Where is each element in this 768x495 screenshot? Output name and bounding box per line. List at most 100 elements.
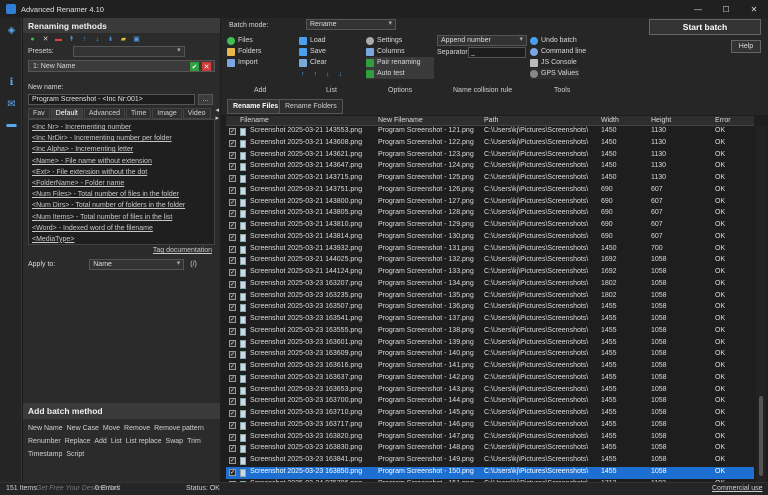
layers-icon[interactable]: ◈ — [5, 24, 18, 37]
row-checkbox[interactable]: ✓ — [229, 175, 236, 182]
row-checkbox[interactable]: ✓ — [229, 457, 236, 464]
table-row[interactable]: ✓ Screenshot 2025-03-21 143647.png Program… — [226, 161, 754, 173]
table-row[interactable]: ✓ Screenshot 2025-03-21 143715.png Program… — [226, 173, 754, 185]
row-checkbox[interactable]: ✓ — [229, 292, 236, 300]
row-checkbox[interactable]: ✓ — [229, 386, 236, 394]
table-row[interactable]: ✓ Screenshot 2025-03-23 163830.png Program… — [226, 443, 754, 455]
separator-input[interactable]: _ — [468, 47, 526, 58]
column-header-path[interactable]: Path — [484, 117, 498, 124]
save-icon[interactable]: ▣ — [132, 35, 141, 44]
table-row[interactable]: ✓ Screenshot 2025-03-23 163710.png Program… — [226, 408, 754, 420]
auto-test-toggle[interactable]: Auto test — [366, 68, 434, 79]
row-checkbox[interactable]: ✓ — [229, 233, 236, 241]
row-checkbox[interactable]: ✓ — [229, 210, 236, 218]
move-bottom-icon[interactable]: ↡ — [106, 35, 115, 44]
tag-documentation-link[interactable]: Tag documentation — [23, 245, 220, 256]
row-checkbox[interactable]: ✓ — [229, 257, 236, 265]
column-header-new-filename[interactable]: New Filename — [378, 117, 423, 124]
row-checkbox[interactable]: ✓ — [229, 374, 236, 382]
add-method-icon[interactable]: ● — [28, 35, 37, 44]
tag-tab-video[interactable]: Video — [182, 108, 211, 119]
move-top-icon[interactable]: ↟ — [67, 35, 76, 44]
table-row[interactable]: ✓ Screenshot 2025-03-21 143805.png Program… — [226, 208, 754, 220]
tag-tab-image[interactable]: Image — [152, 108, 182, 119]
tag-link[interactable]: <Inc Alpha> - Incrementing letter — [32, 144, 211, 155]
add-folders-button[interactable]: Folders — [227, 46, 261, 57]
apply-to-dropdown[interactable]: Name — [89, 258, 185, 270]
command-line-button[interactable]: Command line — [530, 46, 586, 57]
settings-button[interactable]: Settings — [366, 35, 402, 46]
columns-button[interactable]: Columns — [366, 46, 405, 57]
batch-method-link[interactable]: Add — [94, 435, 106, 448]
batch-method-link[interactable]: Renumber — [28, 435, 61, 448]
table-row[interactable]: ✓ Screenshot 2025-03-21 143932.png Program… — [226, 244, 754, 256]
tag-tab-time[interactable]: Time — [126, 108, 152, 119]
row-checkbox[interactable]: ✓ — [229, 186, 236, 194]
table-row[interactable]: ✓ Screenshot 2025-03-23 163609.png Program… — [226, 349, 754, 361]
row-checkbox[interactable]: ✓ — [229, 316, 236, 323]
batch-method-link[interactable]: New Name — [28, 422, 63, 435]
batch-method-link[interactable]: Remove — [124, 422, 150, 435]
batch-method-link[interactable]: Swap — [166, 435, 184, 448]
table-row[interactable]: ✓ Screenshot 2025-03-21 143553.png Program… — [226, 126, 754, 138]
row-checkbox[interactable]: ✓ — [229, 421, 236, 429]
row-checkbox[interactable]: ✓ — [229, 351, 236, 359]
close-button[interactable]: ✕ — [740, 0, 768, 18]
row-checkbox[interactable]: ✓ — [229, 445, 236, 453]
tag-tab-default[interactable]: Default — [50, 108, 83, 119]
remove-method-icon[interactable]: ✕ — [41, 35, 50, 44]
list-move-arrows[interactable]: ↑↑↓↓ — [301, 69, 351, 80]
save-button[interactable]: Save — [299, 46, 326, 57]
table-row[interactable]: ✓ Screenshot 2025-03-21 143608.png Program… — [226, 138, 754, 150]
row-checkbox[interactable]: ✓ — [229, 433, 236, 441]
row-checkbox[interactable]: ✓ — [229, 327, 236, 335]
add-files-button[interactable]: Files — [227, 35, 253, 46]
table-row[interactable]: ✓ Screenshot 2025-03-23 163541.png Program… — [226, 314, 754, 326]
table-row[interactable]: ✓ Screenshot 2025-03-23 163207.png Program… — [226, 279, 754, 291]
batch-method-link[interactable]: Move — [103, 422, 120, 435]
table-row[interactable]: ✓ Screenshot 2025-03-23 163601.png Program… — [226, 338, 754, 350]
browse-button[interactable]: ... — [198, 94, 213, 105]
tag-link[interactable]: <MediaType> — [32, 234, 211, 244]
table-row[interactable]: ✓ Screenshot 2025-03-23 163850.png Program… — [226, 466, 754, 479]
tab-rename-folders[interactable]: Rename Folders — [279, 99, 343, 114]
tab-rename-files[interactable]: Rename Files — [227, 99, 285, 114]
tag-link[interactable]: <Inc NrDir> - Incrementing number per fo… — [32, 133, 211, 144]
row-checkbox[interactable]: ✓ — [229, 339, 236, 347]
help-button[interactable]: Help — [731, 40, 761, 53]
row-checkbox[interactable]: ✓ — [229, 198, 236, 206]
row-checkbox[interactable]: ✓ — [229, 304, 236, 312]
start-batch-button[interactable]: Start batch — [649, 19, 761, 35]
column-header-height[interactable]: Height — [651, 117, 671, 124]
load-button[interactable]: Load — [299, 35, 326, 46]
table-row[interactable]: ✓ Screenshot 2025-03-21 144025.png Program… — [226, 255, 754, 267]
row-checkbox[interactable]: ✓ — [229, 468, 236, 476]
table-row[interactable]: ✓ Screenshot 2025-03-23 163841.png Program… — [226, 455, 754, 467]
batch-method-link[interactable]: List — [111, 435, 122, 448]
table-row[interactable]: ✓ Screenshot 2025-03-23 163820.png Program… — [226, 432, 754, 444]
batch-method-link[interactable]: Remove pattern — [154, 422, 204, 435]
row-checkbox[interactable]: ✓ — [229, 410, 236, 417]
info-icon[interactable]: ℹ — [5, 76, 18, 89]
table-row[interactable]: ✓ Screenshot 2025-03-23 163700.png Program… — [226, 396, 754, 408]
scrollbar-thumb[interactable] — [759, 396, 763, 476]
tag-link[interactable]: <Num Dirs> - Total number of folders in … — [32, 200, 211, 211]
presets-dropdown[interactable] — [72, 46, 185, 57]
apply-to-suffix[interactable]: (/) — [190, 261, 197, 268]
new-name-input[interactable]: Program Screenshot - <Inc Nr:001> — [28, 94, 195, 105]
tag-link[interactable]: <Num Files> - Total number of files in t… — [32, 189, 211, 200]
vertical-scrollbar[interactable] — [756, 126, 766, 482]
batch-mode-dropdown[interactable]: Rename — [306, 19, 396, 30]
table-row[interactable]: ✓ Screenshot 2025-03-23 163653.png Program… — [226, 385, 754, 397]
open-folder-icon[interactable]: ▰ — [119, 35, 128, 44]
row-checkbox[interactable]: ✓ — [229, 222, 236, 229]
batch-method-link[interactable]: Trim — [187, 435, 201, 448]
tag-link[interactable]: <Word> - Indexed word of the filename — [32, 223, 211, 234]
row-checkbox[interactable]: ✓ — [229, 245, 236, 253]
table-row[interactable]: ✓ Screenshot 2025-03-23 163637.png Program… — [226, 373, 754, 385]
tag-link[interactable]: <Inc Nr> - Incrementing number — [32, 122, 211, 133]
tag-link[interactable]: <Num Items> - Total number of files in t… — [32, 212, 211, 223]
batch-method-link[interactable]: Timestamp — [28, 448, 62, 461]
tag-link[interactable]: <Name> - File name without extension — [32, 156, 211, 167]
table-row[interactable]: ✓ Screenshot 2025-03-21 143751.png Program… — [226, 185, 754, 197]
